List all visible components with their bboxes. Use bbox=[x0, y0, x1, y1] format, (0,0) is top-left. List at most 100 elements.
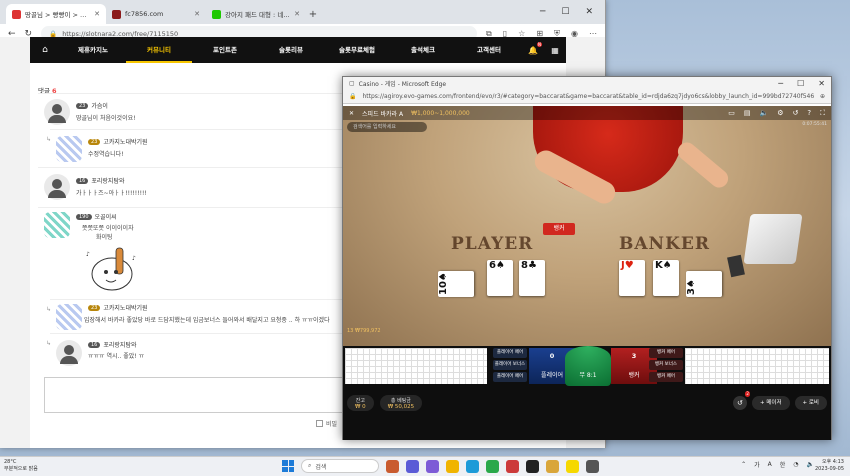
comment-meta: 190 오골이씨 bbox=[76, 212, 117, 221]
major-button[interactable]: + 메이저 bbox=[751, 396, 790, 410]
side-bet-banker-pair-2[interactable]: 뱅커 페어 bbox=[649, 372, 683, 382]
roadmap-right[interactable] bbox=[685, 348, 829, 384]
menu-item-free-slot[interactable]: 슬롯무료체험 bbox=[324, 37, 390, 63]
han-indicator[interactable]: 한 bbox=[780, 460, 786, 469]
comment-text: ㅠㅠㅠ 역시.. 좋았! ㅠ bbox=[88, 353, 145, 360]
comment-meta: 23 고카지노대박기원 bbox=[88, 137, 148, 146]
close-tab-icon[interactable]: ✕ bbox=[194, 10, 200, 18]
edge-icon[interactable] bbox=[466, 459, 479, 473]
chat-button[interactable]: ↺ 2 bbox=[732, 391, 750, 410]
close-game-icon[interactable]: ✕ bbox=[349, 110, 354, 117]
tray-chevron-icon[interactable]: ⌃ bbox=[741, 461, 746, 468]
menu-item-partner-casino[interactable]: 제휴카지노 bbox=[60, 37, 126, 63]
banker-card-3: 3♠ bbox=[686, 271, 722, 297]
comment-input[interactable] bbox=[44, 377, 344, 413]
balance-label: 잔고 bbox=[355, 397, 365, 404]
side-bet-player-bonus[interactable]: 플레이어 보너스 bbox=[493, 360, 527, 370]
wifi-icon[interactable]: ◔ bbox=[793, 461, 798, 468]
secret-label: 비밀 bbox=[326, 421, 338, 428]
close-window-icon[interactable]: ✕ bbox=[818, 79, 825, 88]
comment-text: 수정역습니다! bbox=[88, 151, 124, 158]
banker-card-1: J♥ bbox=[619, 260, 645, 296]
notification-bell-icon[interactable]: 🔔 N bbox=[522, 41, 544, 55]
app-icon[interactable] bbox=[546, 459, 559, 473]
table-limits: ₩1,000~1,000,000 bbox=[411, 109, 470, 117]
zoom-icon[interactable]: ⊕ bbox=[820, 93, 825, 100]
home-icon[interactable]: ⌂ bbox=[30, 45, 60, 55]
kakaotalk-icon[interactable] bbox=[566, 459, 579, 473]
side-bet-player-pair-2[interactable]: 플레이어 페어 bbox=[493, 372, 527, 382]
game-search-input[interactable]: 검색어를 입력하세요 bbox=[347, 122, 427, 132]
side-bet-banker-pair[interactable]: 뱅커 페어 bbox=[649, 348, 683, 358]
stats-icon[interactable]: ▤ bbox=[744, 109, 751, 118]
settings-icon[interactable]: ⚙ bbox=[777, 109, 783, 118]
app-icon[interactable] bbox=[386, 459, 399, 473]
comment-meta: 23 가슴이 bbox=[76, 101, 108, 110]
fullscreen-icon[interactable]: ⛶ bbox=[820, 109, 825, 118]
close-tab-icon[interactable]: ✕ bbox=[94, 10, 100, 18]
comment-author[interactable]: 오골이씨 bbox=[95, 212, 117, 221]
ime-indicator[interactable]: A bbox=[768, 461, 772, 468]
menu-item-attendance[interactable]: 출석체크 bbox=[390, 37, 456, 63]
tie-bet-spot[interactable]: 무 8:1 bbox=[565, 346, 611, 386]
maximize-icon[interactable]: ☐ bbox=[797, 79, 804, 88]
menu-item-points[interactable]: 포인트존 bbox=[192, 37, 258, 63]
chrome-icon[interactable] bbox=[486, 459, 499, 473]
comment-author[interactable]: 포리랑지탐와 bbox=[103, 340, 136, 349]
minimize-icon[interactable]: ─ bbox=[540, 7, 545, 17]
file-explorer-icon[interactable] bbox=[446, 459, 459, 473]
tie-bet-label: 무 8:1 bbox=[579, 372, 597, 379]
system-clock[interactable]: 오후 4:13 2023-09-05 bbox=[815, 459, 844, 473]
comment-author[interactable]: 고카지노대박기원 bbox=[103, 137, 147, 146]
side-bet-player-pair[interactable]: 플레이어 페어 bbox=[493, 348, 527, 358]
grid-menu-icon[interactable]: ▦ bbox=[544, 46, 566, 55]
comment-author[interactable]: 고카지노대박기원 bbox=[103, 303, 147, 312]
avatar bbox=[44, 174, 70, 200]
close-tab-icon[interactable]: ✕ bbox=[294, 10, 300, 18]
app-icon[interactable] bbox=[526, 459, 539, 473]
table-name: 스피드 바카라 A bbox=[362, 110, 404, 118]
menu-item-slot-review[interactable]: 슬롯리뷰 bbox=[258, 37, 324, 63]
side-bet-banker-bonus[interactable]: 뱅커 보너스 bbox=[649, 360, 683, 370]
taskbar-search[interactable]: ⌕ 검색 bbox=[301, 459, 379, 473]
windows-start-icon[interactable] bbox=[282, 460, 294, 472]
avatar bbox=[56, 340, 82, 366]
history-icon[interactable]: ↺ bbox=[793, 109, 799, 118]
balance-value: ₩ 0 bbox=[355, 403, 366, 410]
close-window-icon[interactable]: ✕ bbox=[585, 7, 593, 17]
app-icon[interactable] bbox=[406, 459, 419, 473]
tab-strip: 땅골님 > 빵빵이 > 가슴이 > 입갈 ✕ fc7856.com ✕ 강아지 … bbox=[0, 0, 605, 24]
chat-icon[interactable]: ▭ bbox=[728, 109, 735, 118]
volume-icon[interactable]: 🔈 bbox=[807, 461, 814, 468]
input-lang[interactable]: 가 bbox=[754, 460, 760, 469]
secret-checkbox[interactable] bbox=[316, 420, 323, 427]
app-icon[interactable] bbox=[506, 459, 519, 473]
action-buttons: ↺ 2 + 메이저 + 로비 bbox=[732, 391, 827, 410]
search-icon: ⌕ bbox=[308, 462, 312, 469]
roadmap-left[interactable] bbox=[345, 348, 487, 384]
comment-author[interactable]: 가슴이 bbox=[91, 101, 108, 110]
clock-date: 2023-09-05 bbox=[814, 466, 844, 472]
reply-arrow-icon: ↳ bbox=[46, 306, 52, 313]
browser-tab-2[interactable]: fc7856.com ✕ bbox=[106, 4, 206, 24]
taskbar-apps: ⌕ 검색 bbox=[282, 459, 599, 473]
comment-meta: 16 포리랑지탐와 bbox=[88, 340, 137, 349]
level-badge: 190 bbox=[76, 213, 92, 220]
new-tab-button[interactable]: + bbox=[306, 4, 320, 24]
secret-checkbox-row[interactable]: 비밀 bbox=[316, 419, 337, 428]
maximize-icon[interactable]: ☐ bbox=[561, 7, 569, 17]
menu-item-community[interactable]: 커뮤니티 bbox=[126, 37, 192, 63]
volume-icon[interactable]: 🔈 bbox=[760, 109, 769, 118]
lobby-button[interactable]: + 로비 bbox=[794, 396, 827, 410]
menu-item-support[interactable]: 고객센터 bbox=[456, 37, 522, 63]
card-shoe bbox=[743, 214, 803, 264]
weather-widget[interactable]: 28°C 부분적으로 맑음 bbox=[4, 459, 38, 473]
minimize-icon[interactable]: ─ bbox=[778, 79, 783, 88]
popup-url[interactable]: https://agiroy.evo-games.com/frontend/ev… bbox=[362, 93, 813, 100]
comment-author[interactable]: 포리랑지탐와 bbox=[91, 176, 124, 185]
app-icon[interactable] bbox=[586, 459, 599, 473]
browser-tab-1[interactable]: 땅골님 > 빵빵이 > 가슴이 > 입갈 ✕ bbox=[6, 4, 106, 24]
app-icon[interactable] bbox=[426, 459, 439, 473]
browser-tab-3[interactable]: 강아지 패드 대형 : 네이버 통합검 ✕ bbox=[206, 4, 306, 24]
help-icon[interactable]: ? bbox=[807, 109, 811, 118]
